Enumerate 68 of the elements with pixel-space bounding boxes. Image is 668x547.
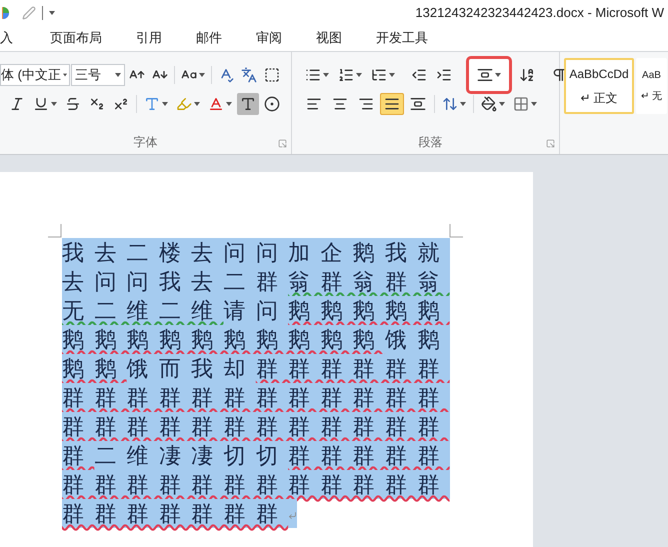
align-justify-icon [384, 96, 400, 112]
caret-icon [199, 73, 205, 77]
spacing-icon [410, 96, 426, 112]
caret-icon [226, 102, 232, 106]
caret-icon [49, 10, 55, 14]
outdent-icon [411, 67, 427, 83]
ribbon-tab[interactable]: 开发工具 [359, 25, 445, 51]
crop-mark-icon [449, 224, 463, 238]
dialog-launcher-icon[interactable] [546, 139, 555, 148]
align-right-icon [358, 96, 374, 112]
quick-access-dropdown[interactable] [47, 10, 55, 14]
vertical-spacing-icon [477, 67, 493, 83]
spacing-button[interactable] [469, 59, 509, 91]
caret-icon [194, 102, 200, 106]
caret-icon [531, 102, 537, 106]
ribbon-tab[interactable]: 邮件 [179, 25, 239, 51]
align-center-icon [332, 96, 348, 112]
paragraph-mark-icon [288, 510, 298, 520]
numbered-list-icon [338, 67, 354, 83]
group-label: 字体 [134, 134, 158, 151]
ribbon-tab[interactable]: 页面布局 [33, 25, 119, 51]
style-tile[interactable]: AaBbCcDd ↵ 正文 [564, 58, 634, 114]
caret-icon [323, 73, 329, 77]
caret-icon [495, 73, 501, 77]
ribbon-tab[interactable]: 入 [0, 25, 33, 51]
ribbon-tab[interactable]: 视图 [299, 25, 359, 51]
tree-list-icon [371, 67, 387, 83]
circled-dot-icon [264, 96, 280, 112]
pilcrow-icon [551, 67, 567, 83]
ribbon-tab[interactable]: 引用 [119, 25, 179, 51]
up-down-arrows-icon [442, 96, 458, 112]
selected-paragraph: 我去二楼去问问加企鹅我就 去问问我去二群 翁群翁群翁 无二维二维 请问 鹅鹅鹅鹅鹅 鹅鹅鹅鹅鹅鹅鹅鹅鹅鹅 饿鹅 鹅鹅 饿而我却 群群群群群群 群群群群群群群群群群群群 群群群群群群群群群群群群 群 二维凄凄切切 群群群群群 群群群群群群群群群群群群 群群群群群群群 [62, 238, 451, 528]
window-title: 1321243242323442423.docx - Microsoft W [415, 4, 665, 22]
dialog-launcher-icon[interactable] [278, 139, 287, 148]
strikethrough-icon [65, 96, 81, 112]
bulleted-list-icon [305, 67, 321, 83]
letter-t-icon [144, 96, 160, 112]
caret-icon [62, 73, 67, 77]
grid-icon [513, 96, 529, 112]
justify-button[interactable] [380, 93, 404, 115]
caret-icon [389, 73, 395, 77]
crop-mark-icon [48, 224, 62, 238]
sort-az-icon [519, 67, 535, 83]
letter-t-icon [240, 96, 256, 112]
italic-icon [9, 96, 25, 112]
indent-icon [436, 67, 452, 83]
dashed-square-icon [264, 67, 280, 83]
color-wheel-icon[interactable] [2, 6, 10, 20]
caret-icon [162, 102, 168, 106]
ribbon-tab[interactable]: 审阅 [239, 25, 299, 51]
underline-icon [33, 96, 49, 112]
style-tile[interactable]: AaB ↵ 无 [636, 58, 667, 114]
caret-icon [499, 102, 505, 106]
superscript-icon [113, 96, 129, 112]
caret-icon [51, 102, 57, 106]
font-name-dropdown[interactable]: 体 (中文正 [0, 64, 70, 86]
caret-icon [356, 73, 362, 77]
align-left-icon [306, 96, 322, 112]
caret-icon [115, 73, 121, 77]
letter-baseline-icon [208, 96, 224, 112]
languages-icon [241, 67, 257, 83]
character-shading-button[interactable] [237, 93, 259, 115]
caret-icon [460, 102, 466, 106]
font-size-dropdown[interactable]: 三号 [71, 64, 125, 86]
paint-bucket-icon [481, 96, 497, 112]
group-label: 段落 [418, 134, 442, 151]
subscript-icon [89, 96, 105, 112]
highlighter-icon [176, 96, 192, 112]
